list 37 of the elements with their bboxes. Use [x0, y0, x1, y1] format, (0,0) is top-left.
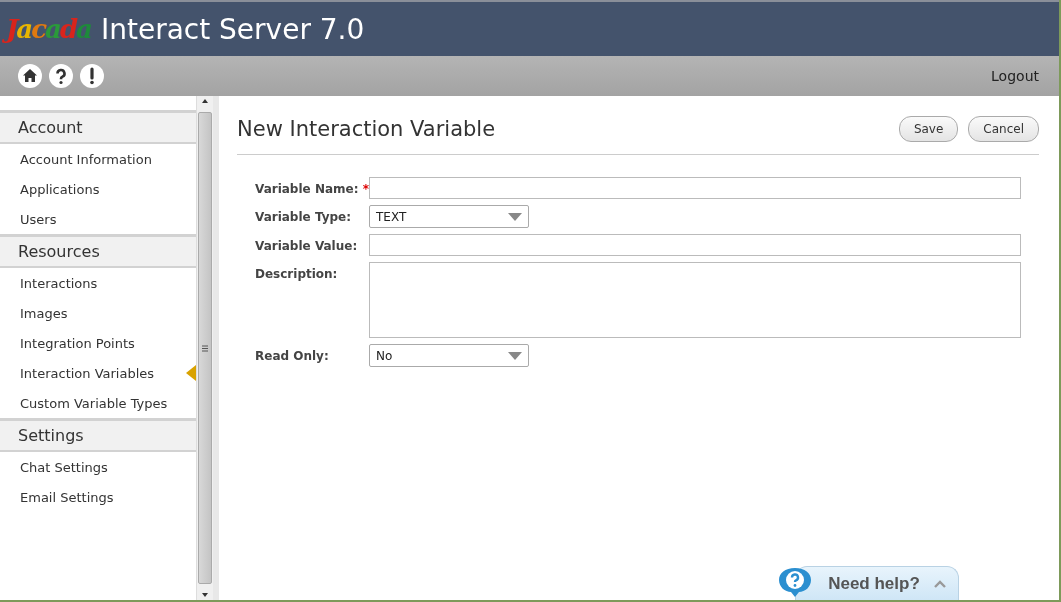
- grip-icon: [202, 344, 208, 352]
- sidebar-item[interactable]: Chat Settings: [0, 452, 196, 482]
- home-icon[interactable]: [18, 64, 42, 88]
- field-label: Read Only:: [255, 348, 330, 365]
- app-title: Interact Server 7.0: [100, 12, 365, 46]
- text-field[interactable]: [369, 234, 1021, 256]
- dropdown[interactable]: TEXT: [369, 205, 529, 228]
- field-label: Variable Name: *: [255, 181, 369, 198]
- description-field[interactable]: [369, 262, 1021, 338]
- sidebar-item[interactable]: Interactions: [0, 268, 196, 298]
- page-title: New Interaction Variable: [237, 117, 496, 141]
- logout-link[interactable]: Logout: [991, 68, 1039, 84]
- sidebar-item[interactable]: Images: [0, 298, 196, 328]
- section-header: Settings: [0, 418, 196, 452]
- text-field[interactable]: [369, 177, 1021, 199]
- field-label: Variable Value:: [255, 238, 359, 255]
- sidebar-item[interactable]: Account Information: [0, 144, 196, 174]
- sidebar-item[interactable]: Integration Points: [0, 328, 196, 358]
- dropdown[interactable]: No: [369, 344, 529, 367]
- help-button[interactable]: Need help?: [795, 566, 959, 600]
- action-button[interactable]: Cancel: [968, 116, 1039, 142]
- sidebar-item[interactable]: Custom Variable Types: [0, 388, 196, 418]
- caret-icon: [508, 212, 522, 221]
- field-label: Description:: [255, 266, 339, 283]
- caret-icon: [508, 351, 522, 360]
- sidebar-item[interactable]: Interaction Variables: [0, 358, 196, 388]
- sidebar-item[interactable]: Email Settings: [0, 482, 196, 512]
- action-button[interactable]: Save: [898, 116, 959, 142]
- chevron-up-icon: [933, 579, 946, 588]
- sidebar-item[interactable]: Applications: [0, 174, 196, 204]
- sidebar-item[interactable]: Users: [0, 204, 196, 234]
- section-header: Account: [0, 110, 196, 144]
- section-header: Resources: [0, 234, 196, 268]
- field-label: Variable Type:: [255, 209, 352, 226]
- alert-icon[interactable]: [80, 64, 104, 88]
- scrollbar[interactable]: [196, 96, 213, 600]
- help-icon[interactable]: [49, 64, 73, 88]
